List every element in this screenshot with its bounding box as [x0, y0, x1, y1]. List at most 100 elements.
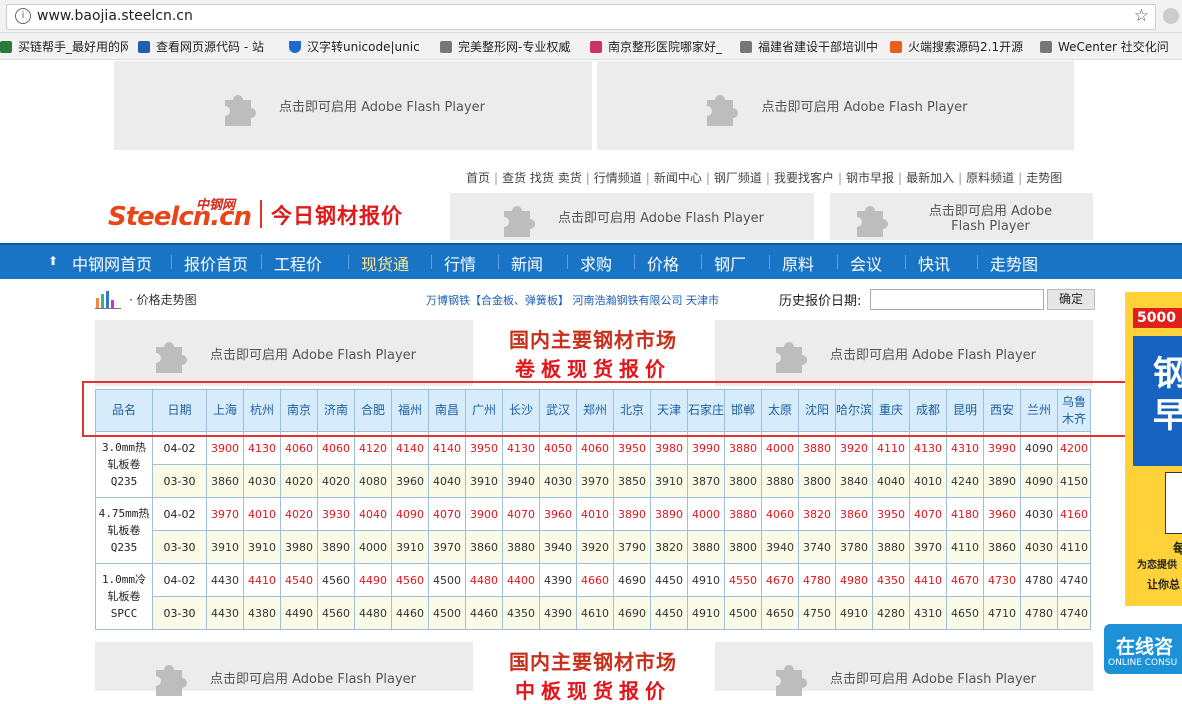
- bookmark-item[interactable]: 查看网页源代码 - 站: [138, 38, 278, 55]
- top-link[interactable]: 钢市早报: [846, 171, 894, 185]
- nav-item[interactable]: 价格: [647, 251, 679, 275]
- company-marquee[interactable]: 万博钢铁【合金板、弹簧板】 河南浩瀚钢铁有限公司 天津市: [426, 292, 760, 308]
- price-cell: 4490: [354, 563, 392, 597]
- bookmark-item[interactable]: 南京整形医院哪家好_: [590, 38, 730, 55]
- flash-text: 点击即可启用 Adobe Flash Player: [829, 672, 1037, 687]
- price-cell: 3900: [465, 497, 503, 531]
- history-date-input[interactable]: [870, 289, 1044, 310]
- nav-item[interactable]: 行情: [444, 251, 476, 275]
- product-name-line: 3.0mm热: [101, 441, 147, 454]
- price-cell: 4060: [761, 497, 799, 531]
- doc-icon: [1040, 41, 1052, 53]
- price-cell: 4780: [1020, 596, 1058, 630]
- price-cell: 4010: [243, 497, 281, 531]
- price-cell: 4020: [280, 464, 318, 498]
- flash-placeholder[interactable]: 点击即可启用 Adobe Flash Player: [597, 61, 1074, 150]
- bookmark-item[interactable]: 福建省建设干部培训中: [740, 38, 880, 55]
- ad-text-6: 让你总: [1147, 578, 1180, 591]
- price-cell: 4020: [317, 464, 355, 498]
- price-cell: 3920: [576, 530, 614, 564]
- star-icon[interactable]: ☆: [1134, 6, 1149, 26]
- bookmark-item[interactable]: 汉字转unicode|unic: [289, 38, 429, 55]
- nav-item[interactable]: 会议: [850, 251, 882, 275]
- profile-icon[interactable]: [1163, 8, 1179, 24]
- nav-item[interactable]: 走势图: [990, 251, 1038, 275]
- price-cell: 3800: [798, 464, 836, 498]
- nav-separator: [837, 255, 838, 269]
- info-icon[interactable]: i: [15, 8, 31, 24]
- bookmark-label: WeCenter 社交化问: [1058, 40, 1169, 54]
- flash-placeholder[interactable]: 点击即可启用 Adobe Flash Player: [114, 61, 592, 150]
- banner-title-line2: 卷板现货报价: [515, 357, 671, 381]
- price-cell: 4560: [317, 596, 355, 630]
- top-link[interactable]: 我要找客户: [774, 171, 834, 185]
- nav-item[interactable]: 中钢网首页: [72, 251, 152, 275]
- nav-item[interactable]: 报价首页: [184, 251, 248, 275]
- ad-text-5: 为恋提供: [1137, 560, 1177, 571]
- price-cell: 3930: [317, 497, 355, 531]
- top-link[interactable]: 原料频道: [966, 171, 1014, 185]
- top-link[interactable]: 走势图: [1026, 171, 1062, 185]
- link-separator: |: [958, 171, 963, 185]
- side-advertisement[interactable]: 5000 钢 早 每 为恋提供 让你总: [1125, 292, 1182, 606]
- table-row: 03-30 4430 4380 4490 4560 4480 4460 4500 4460 435…: [96, 596, 1091, 630]
- price-cell: 4350: [502, 596, 540, 630]
- address-bar[interactable]: i www.baojia.steelcn.cn ☆: [6, 4, 1156, 30]
- online-consult-button[interactable]: 在线咨 ONLINE CONSU: [1104, 624, 1182, 674]
- bookmark-item[interactable]: WeCenter 社交化问: [1040, 38, 1180, 55]
- flash-placeholder[interactable]: 点击即可启用 Adobe Flash Player: [715, 320, 1093, 386]
- price-cell: 4710: [983, 596, 1021, 630]
- price-cell: 3970: [206, 497, 244, 531]
- nav-item[interactable]: 钢厂: [714, 251, 746, 275]
- url-text[interactable]: www.baojia.steelcn.cn: [37, 8, 193, 24]
- top-link[interactable]: 查货 找货 卖货: [502, 171, 582, 185]
- home-icon[interactable]: ⬆: [48, 254, 58, 268]
- price-cell: 4780: [1020, 563, 1058, 597]
- price-cell: 4690: [613, 596, 651, 630]
- date-cell: 03-30: [152, 464, 207, 498]
- bookmark-item[interactable]: 买链帮手_最好用的网: [0, 38, 128, 55]
- flash-placeholder[interactable]: 点击即可启用 Adobe Flash Player: [95, 320, 473, 386]
- flash-text: 点击即可启用 Adobe Flash Player: [209, 347, 417, 363]
- top-link[interactable]: 行情频道: [594, 171, 642, 185]
- price-cell: 4450: [650, 596, 688, 630]
- date-cell: 03-30: [152, 530, 207, 564]
- price-cell: 4730: [983, 563, 1021, 597]
- price-cell: 4500: [428, 596, 466, 630]
- ad-text-1: 5000: [1133, 308, 1182, 328]
- nav-item[interactable]: 求购: [580, 251, 612, 275]
- price-cell: 4740: [1057, 563, 1091, 597]
- nav-item[interactable]: 现货通: [361, 251, 409, 275]
- nav-item[interactable]: 原料: [782, 251, 814, 275]
- top-link[interactable]: 新闻中心: [654, 171, 702, 185]
- site-logo[interactable]: 中钢网 Steelcn.cn 今日钢材报价: [108, 194, 428, 238]
- top-link[interactable]: 钢厂频道: [714, 171, 762, 185]
- flash-placeholder[interactable]: 点击即可启用 Adobe Flash Player: [830, 193, 1093, 240]
- bookmark-label: 完美整形网-专业权威: [458, 40, 571, 54]
- top-link[interactable]: 最新加入: [906, 171, 954, 185]
- price-cell: 3880: [687, 530, 725, 564]
- nav-item[interactable]: 新闻: [511, 251, 543, 275]
- flash-text: 点击即可启用 Adobe Flash Player: [928, 203, 1053, 234]
- nav-item[interactable]: 快讯: [918, 251, 950, 275]
- bookmark-item[interactable]: 完美整形网-专业权威: [440, 38, 580, 55]
- price-cell: 4500: [724, 596, 762, 630]
- flash-placeholder[interactable]: 点击即可启用 Adobe Flash Player: [450, 193, 814, 240]
- flash-placeholder[interactable]: 点击即可启用 Adobe Flash Player: [715, 642, 1093, 696]
- price-cell: 4910: [687, 563, 725, 597]
- flash-text: 点击即可启用 Adobe Flash Player: [761, 100, 968, 115]
- confirm-button[interactable]: 确定: [1047, 289, 1095, 310]
- nav-separator: [769, 255, 770, 269]
- price-trend-link[interactable]: · 价格走势图: [129, 291, 197, 308]
- link-separator: |: [705, 171, 710, 185]
- price-cell: 3880: [724, 497, 762, 531]
- product-name-line: SPCC: [110, 607, 138, 620]
- bookmark-item[interactable]: 火端搜索源码2.1开源: [890, 38, 1030, 55]
- flash-placeholder[interactable]: 点击即可启用 Adobe Flash Player: [95, 642, 473, 696]
- nav-item[interactable]: 工程价: [274, 251, 322, 275]
- price-cell: 3980: [280, 530, 318, 564]
- top-links: 首页 | 查货 找货 卖货 | 行情频道 | 新闻中心 | 钢厂频道 | 我要找客户 | 钢市早报 | 最新…: [466, 169, 1062, 186]
- price-cell: 4560: [317, 563, 355, 597]
- top-link[interactable]: 首页: [466, 171, 490, 185]
- table-row: 1.0mm冷 轧板卷 SPCC 04-02 4430 4410 4540 4560 4490 45…: [95, 563, 1091, 630]
